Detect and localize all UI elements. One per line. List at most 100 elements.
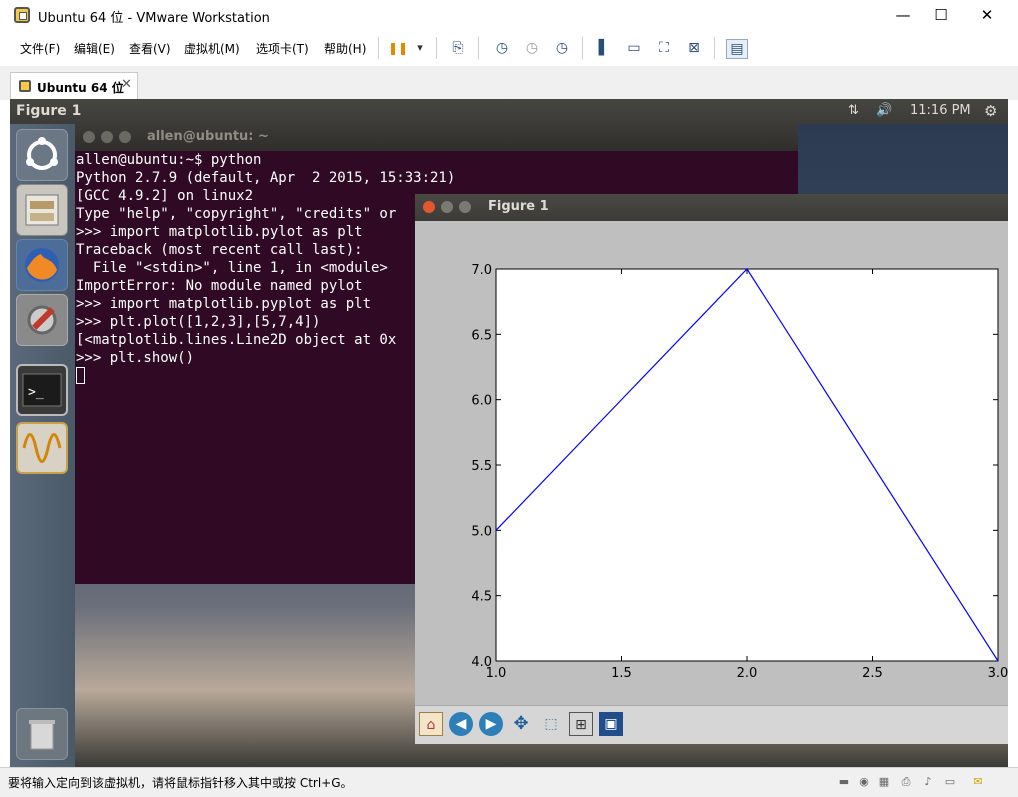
fullscreen-icon[interactable]: ⛶ bbox=[654, 39, 674, 57]
send-ctrl-alt-del-icon[interactable]: ⎘ bbox=[448, 39, 468, 57]
y-tick-label: 4.0 bbox=[471, 655, 492, 670]
terminal-line: >>> plt.plot([1,2,3],[5,7,4]) bbox=[76, 314, 321, 330]
zoom-icon[interactable]: ⬚ bbox=[539, 712, 563, 736]
x-tick-label: 2.5 bbox=[862, 666, 883, 681]
printer-icon[interactable]: ⎙ bbox=[898, 775, 914, 789]
figure-title: Figure 1 bbox=[488, 199, 549, 214]
pan-icon[interactable]: ✥ bbox=[509, 712, 533, 736]
chevron-down-icon[interactable]: ▾ bbox=[410, 39, 430, 57]
sidebar-toggle-icon[interactable]: ▌ bbox=[594, 39, 614, 57]
terminal-line: allen@ubuntu:~$ python bbox=[76, 152, 262, 168]
line-chart: 1.0 1.5 2.0 2.5 3.04.04.55.05.56.06.57.0 bbox=[471, 263, 1008, 681]
terminal-line: Traceback (most recent call last): bbox=[76, 242, 363, 258]
terminal-minimize-button[interactable] bbox=[101, 131, 113, 143]
terminal-line: >>> import matplotlib.pyplot as plt bbox=[76, 296, 372, 312]
snapshot-icon[interactable]: ◷ bbox=[492, 39, 512, 57]
clock[interactable]: 11:16 PM bbox=[910, 103, 971, 118]
svg-text:>_: >_ bbox=[28, 385, 44, 400]
terminal-line: ImportError: No module named pylot bbox=[76, 278, 363, 294]
unity-icon[interactable]: ⊠ bbox=[684, 39, 704, 57]
toolbar-separator bbox=[436, 37, 437, 59]
toolbar-separator bbox=[582, 37, 583, 59]
firefox-icon[interactable] bbox=[16, 239, 68, 291]
terminal-close-button[interactable] bbox=[83, 131, 95, 143]
terminal-cursor bbox=[76, 367, 85, 384]
tab-bar: Ubuntu 64 位 ✕ bbox=[0, 66, 1018, 100]
display-icon[interactable]: ▭ bbox=[942, 775, 958, 789]
hard-disk-icon[interactable]: ▬ bbox=[836, 775, 852, 789]
trash-icon[interactable] bbox=[16, 708, 68, 760]
figure-minimize-button[interactable] bbox=[441, 201, 453, 213]
plot-canvas[interactable]: 1.0 1.5 2.0 2.5 3.0 4.0 4.5 5.0 5.5 6.0 6.5 7.0 bbox=[415, 221, 1008, 705]
home-icon[interactable]: ⌂ bbox=[419, 712, 443, 736]
back-icon[interactable]: ◀ bbox=[449, 712, 473, 736]
subplots-icon[interactable]: ⊞ bbox=[569, 712, 593, 736]
tab-label: Ubuntu 64 位 bbox=[37, 81, 124, 95]
snapshot-manager-icon[interactable]: ◷ bbox=[552, 39, 572, 57]
toolbar-separator bbox=[378, 37, 379, 59]
status-bar: 要将输入定向到该虚拟机，请将鼠标指针移入其中或按 Ctrl+G。 ▬ ◉ ▦ ⎙… bbox=[0, 767, 1018, 797]
figure-maximize-button[interactable] bbox=[459, 201, 471, 213]
y-tick-label: 7.0 bbox=[471, 263, 492, 278]
cd-rom-icon[interactable]: ◉ bbox=[856, 775, 872, 789]
maximize-button[interactable]: ☐ bbox=[918, 0, 964, 31]
sound-icon[interactable]: 🔊 bbox=[876, 103, 892, 118]
terminal-maximize-button[interactable] bbox=[119, 131, 131, 143]
terminal-line: >>> import matplotlib.pylot as plt bbox=[76, 224, 363, 240]
window-title: Ubuntu 64 位 - VMware Workstation bbox=[38, 11, 270, 26]
menu-vm[interactable]: 虚拟机(M) bbox=[184, 40, 240, 57]
figure-close-button[interactable] bbox=[423, 201, 435, 213]
x-tick-label: 3.0 bbox=[988, 666, 1008, 681]
gear-icon[interactable]: ⚙ bbox=[984, 102, 997, 120]
data-point bbox=[997, 660, 999, 662]
figure-window[interactable]: Figure 1 1.0 1.5 2.0 2.5 3.0 4.0 4.5 5.0 5.5 6.0 6… bbox=[415, 194, 1008, 744]
terminal-title-bar: allen@ubuntu: ~ bbox=[75, 124, 798, 151]
y-tick-label: 6.0 bbox=[471, 394, 492, 409]
vmware-app-icon bbox=[14, 7, 30, 23]
save-icon[interactable]: ▣ bbox=[599, 712, 623, 736]
terminal-line: Python 2.7.9 (default, Apr 2 2015, 15:33… bbox=[76, 170, 456, 186]
tab-close-icon[interactable]: ✕ bbox=[121, 77, 132, 92]
menu-toolbar: 文件(F) 编辑(E) 查看(V) 虚拟机(M) 选项卡(T) 帮助(H) ❚❚… bbox=[0, 31, 1018, 67]
tab-ubuntu-vm[interactable]: Ubuntu 64 位 ✕ bbox=[10, 72, 138, 100]
window-title-bar: Ubuntu 64 位 - VMware Workstation — ☐ ✕ bbox=[0, 0, 1018, 31]
status-message: 要将输入定向到该虚拟机，请将鼠标指针移入其中或按 Ctrl+G。 bbox=[8, 776, 353, 790]
figure-toolbar: ⌂ ◀ ▶ ✥ ⬚ ⊞ ▣ bbox=[415, 705, 1008, 744]
plot-area bbox=[495, 268, 999, 662]
network-icon[interactable]: ⇅ bbox=[848, 103, 859, 118]
y-tick-label: 5.0 bbox=[471, 524, 492, 539]
terminal-line: [<matplotlib.lines.Line2D object at 0x bbox=[76, 332, 397, 348]
menu-file[interactable]: 文件(F) bbox=[20, 40, 60, 57]
revert-snapshot-icon[interactable]: ◷ bbox=[522, 39, 542, 57]
menu-edit[interactable]: 编辑(E) bbox=[74, 40, 115, 57]
thumbnail-view-icon[interactable]: ▤ bbox=[726, 39, 748, 59]
forward-icon[interactable]: ▶ bbox=[479, 712, 503, 736]
figure-title-bar: Figure 1 bbox=[415, 194, 1008, 221]
figure-app-icon[interactable] bbox=[16, 422, 68, 474]
system-settings-icon[interactable] bbox=[16, 294, 68, 346]
pause-icon[interactable]: ❚❚ bbox=[388, 39, 408, 57]
close-button[interactable]: ✕ bbox=[964, 0, 1010, 31]
terminal-line: Type "help", "copyright", "credits" or bbox=[76, 206, 397, 222]
x-tick-label: 1.5 bbox=[611, 666, 632, 681]
menu-view[interactable]: 查看(V) bbox=[129, 40, 171, 57]
network-adapter-icon[interactable]: ▦ bbox=[876, 775, 892, 789]
ubuntu-dash-icon[interactable] bbox=[16, 129, 68, 181]
terminal-icon[interactable]: >_ bbox=[16, 364, 68, 416]
menu-tabs[interactable]: 选项卡(T) bbox=[256, 40, 309, 57]
toolbar-separator bbox=[478, 37, 479, 59]
y-tick-label: 5.5 bbox=[471, 459, 492, 474]
vm-display[interactable]: Figure 1 ⇅ 🔊 11:16 PM ⚙ >_ allen@ubuntu:… bbox=[10, 99, 1008, 767]
files-icon[interactable] bbox=[16, 184, 68, 236]
vm-icon bbox=[19, 80, 31, 92]
terminal-line: File "<stdin>", line 1, in <module> bbox=[76, 260, 388, 276]
menu-help[interactable]: 帮助(H) bbox=[324, 40, 366, 57]
sound-card-icon[interactable]: ♪ bbox=[920, 775, 936, 789]
terminal-line: [GCC 4.9.2] on linux2 bbox=[76, 188, 254, 204]
data-point bbox=[495, 529, 497, 531]
terminal-title: allen@ubuntu: ~ bbox=[147, 129, 269, 144]
y-tick-label: 4.5 bbox=[471, 590, 492, 605]
message-icon[interactable]: ✉ bbox=[970, 775, 986, 789]
console-view-icon[interactable]: ▭ bbox=[624, 39, 644, 57]
y-tick-label: 6.5 bbox=[471, 328, 492, 343]
